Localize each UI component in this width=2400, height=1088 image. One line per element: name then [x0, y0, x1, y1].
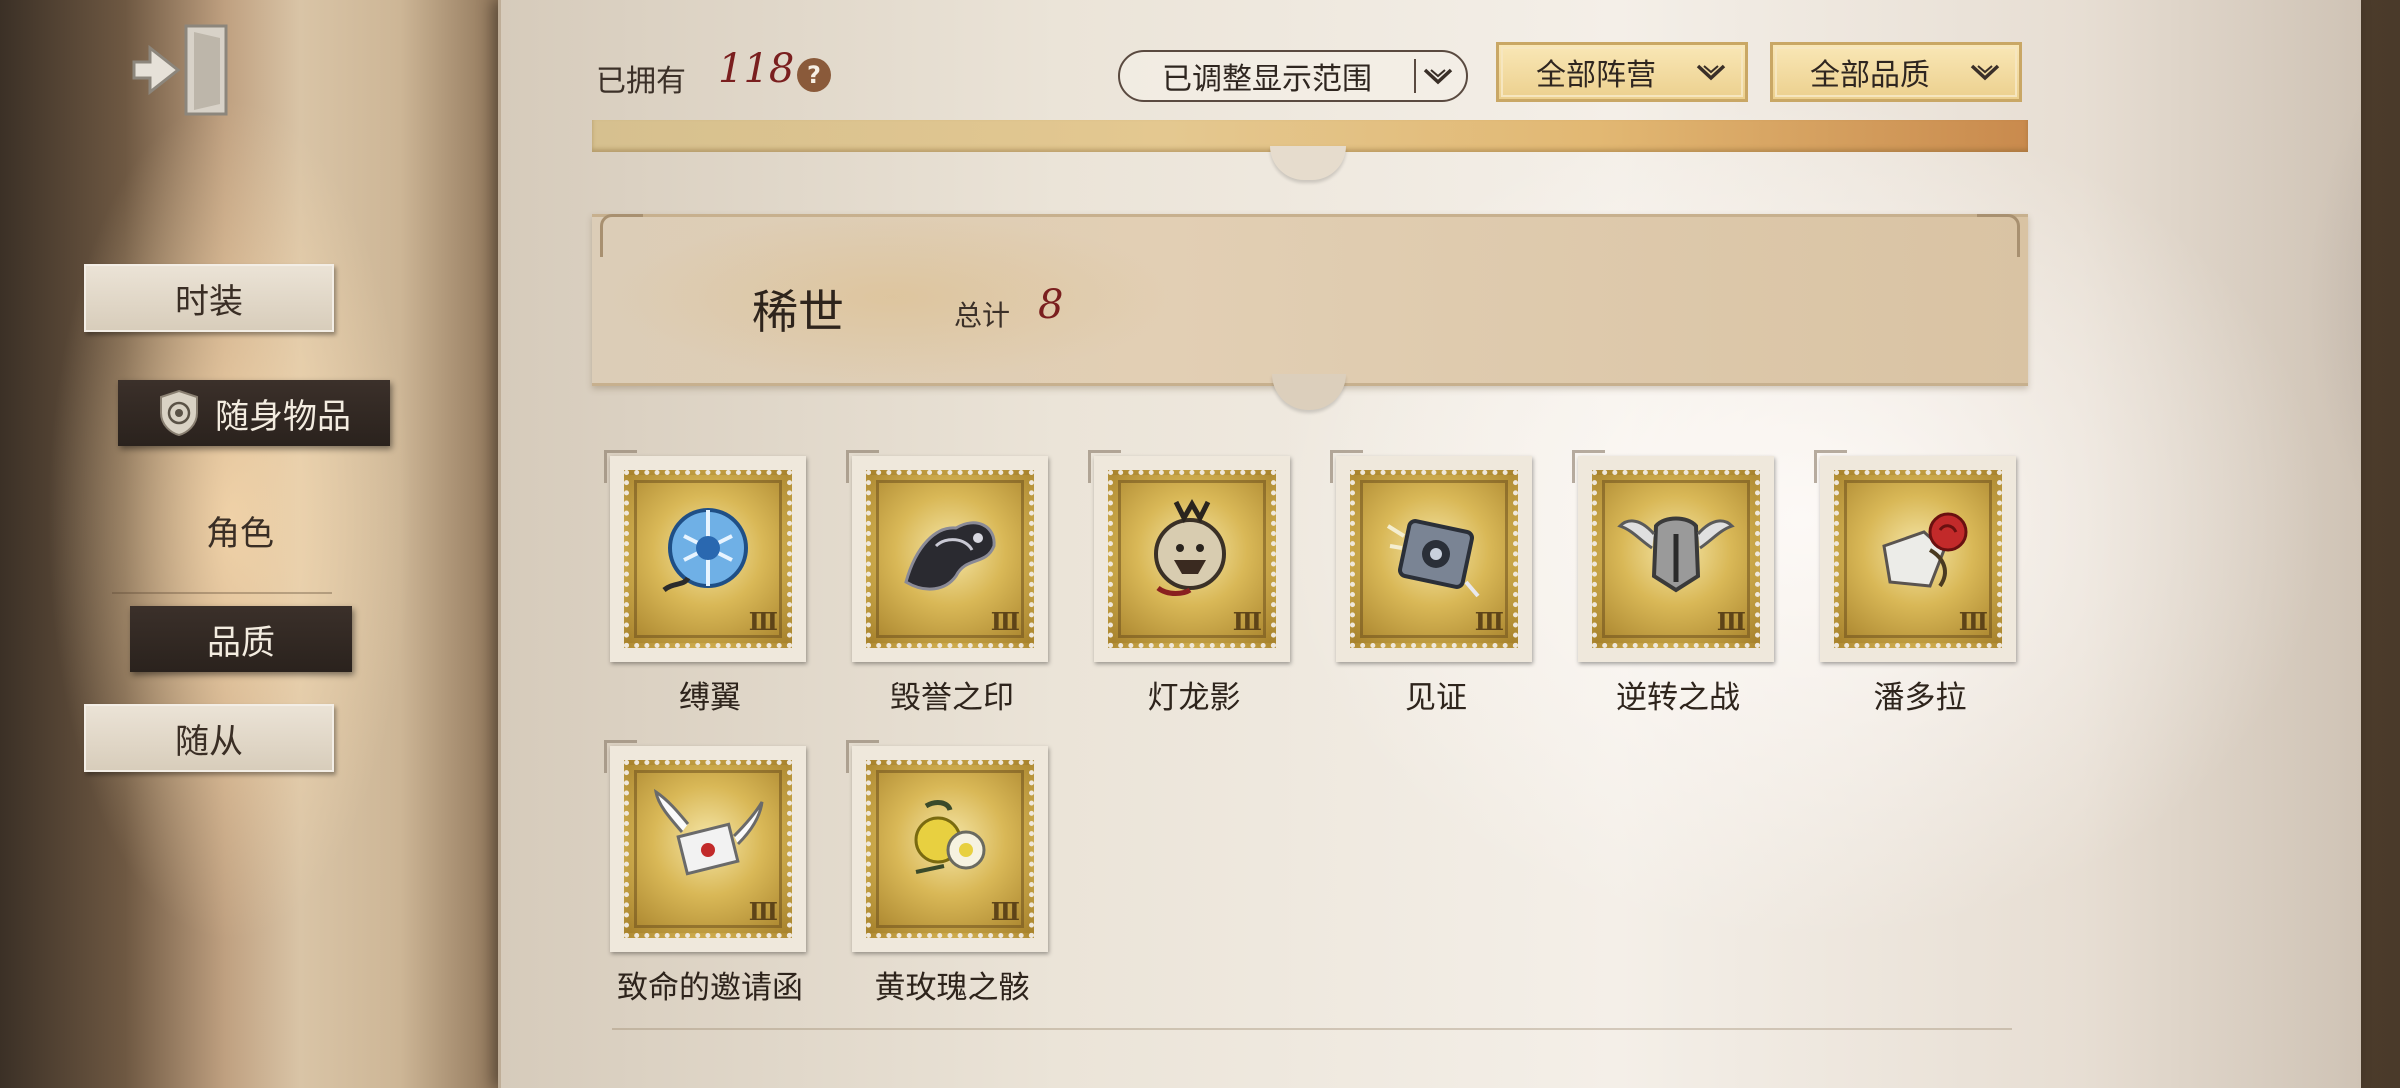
chevron-down-icon: [1691, 57, 1731, 87]
item-card[interactable]: Ⅲ 毁誉之印: [846, 450, 1052, 717]
chevron-down-icon: [1414, 59, 1460, 93]
quality-filter-label: 全部品质: [1810, 58, 1930, 93]
owned-label: 已拥有: [596, 64, 686, 99]
item-card[interactable]: Ⅲ 灯龙影: [1088, 450, 1294, 717]
chevron-down-icon: [1965, 57, 2005, 87]
dark-beast-icon: [904, 521, 996, 591]
crest-icon: [157, 389, 201, 437]
item-name: 毁誉之印: [890, 680, 1014, 716]
item-name: 黄玫瑰之骸: [874, 970, 1030, 1006]
item-name: 潘多拉: [1873, 680, 1967, 716]
lantern-icon: [1154, 498, 1226, 596]
range-filter-label: 已调整显示范围: [1162, 62, 1372, 97]
stamp-frame: Ⅲ: [1330, 450, 1532, 662]
stamp-value: Ⅲ: [990, 607, 1020, 636]
quality-filter-dropdown[interactable]: 全部品质: [1770, 42, 2022, 102]
stamp-frame: Ⅲ: [846, 740, 1048, 952]
stamp-value: Ⅲ: [1958, 607, 1988, 636]
item-card[interactable]: Ⅲ 缚翼: [604, 450, 810, 717]
nav-item-character[interactable]: 角色: [140, 500, 340, 560]
camera-icon: [1386, 519, 1480, 598]
item-name: 灯龙影: [1147, 680, 1241, 716]
stamp-frame: Ⅲ: [1088, 450, 1290, 662]
nav-item-label: 随从: [175, 721, 243, 762]
rose-box-icon: [1882, 512, 1968, 588]
nav-item-quality[interactable]: 品质: [130, 606, 352, 672]
nav-divider: [112, 592, 332, 594]
item-card[interactable]: Ⅲ 黄玫瑰之骸: [846, 740, 1052, 1007]
item-name: 见证: [1405, 680, 1467, 716]
item-name: 致命的邀请函: [617, 970, 803, 1006]
faction-filter-label: 全部阵营: [1536, 58, 1656, 93]
stamp-value: Ⅲ: [1716, 607, 1746, 636]
stamp-frame: Ⅲ: [1814, 450, 2016, 662]
stamp-frame: Ⅲ: [604, 450, 806, 662]
stamp-value: Ⅲ: [748, 897, 778, 926]
nav-item-label: 随身物品: [215, 396, 351, 437]
nav-item-label: 时装: [175, 281, 243, 322]
range-filter-dropdown[interactable]: 已调整显示范围: [1118, 50, 1468, 102]
item-card[interactable]: Ⅲ 潘多拉: [1814, 450, 2020, 717]
stamp-frame: Ⅲ: [604, 740, 806, 952]
exit-icon[interactable]: [128, 18, 232, 122]
stamp-value: Ⅲ: [1474, 607, 1504, 636]
bottom-divider: [612, 1028, 2012, 1030]
total-label: 总计: [954, 299, 1011, 332]
stamp-frame: Ⅲ: [846, 450, 1048, 662]
item-name: 缚翼: [679, 680, 741, 716]
winged-helmet-icon: [1617, 516, 1735, 593]
item-card[interactable]: Ⅲ 见证: [1330, 450, 1536, 717]
help-icon[interactable]: ?: [797, 58, 831, 92]
owned-count: 118: [718, 46, 795, 92]
stamp-value: Ⅲ: [748, 607, 778, 636]
stamp-value: Ⅲ: [1232, 607, 1262, 636]
yellow-rose-icon: [914, 800, 986, 874]
item-name: 逆转之战: [1616, 680, 1740, 716]
faction-filter-dropdown[interactable]: 全部阵营: [1496, 42, 1748, 102]
sidebar: 时装 随身物品 角色 品质 随从: [0, 0, 500, 1088]
nav-item-accessories[interactable]: 随身物品: [118, 380, 390, 446]
total-count: 8: [1038, 282, 1064, 328]
nav-item-fashion[interactable]: 时装: [84, 264, 334, 332]
winged-letter-icon: [653, 788, 764, 876]
stamp-value: Ⅲ: [990, 897, 1020, 926]
rarity-title: 稀世: [752, 285, 844, 339]
nav-item-follower[interactable]: 随从: [84, 704, 334, 772]
item-card[interactable]: Ⅲ 逆转之战: [1572, 450, 1778, 717]
stamp-frame: Ⅲ: [1572, 450, 1774, 662]
nav-item-label: 角色: [206, 513, 274, 554]
item-card[interactable]: Ⅲ 致命的邀请函: [604, 740, 810, 1007]
blue-orb-icon: [662, 508, 748, 593]
nav-item-label: 品质: [207, 622, 275, 663]
